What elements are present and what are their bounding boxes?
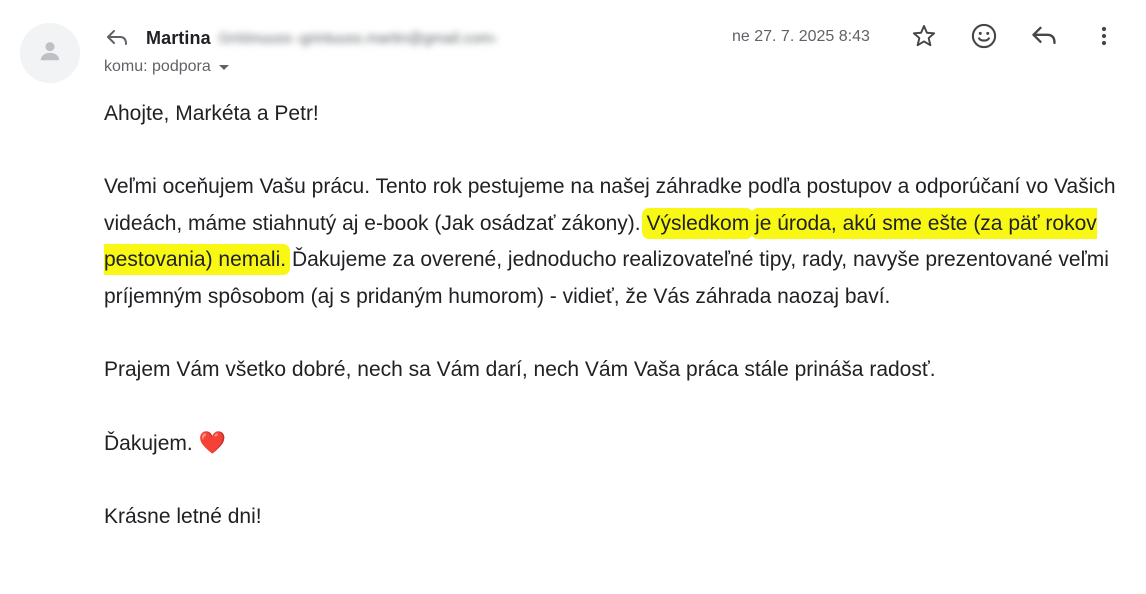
- more-options-button[interactable]: [1087, 21, 1121, 55]
- paragraph-1: Veľmi oceňujem Vašu prácu. Tento rok pes…: [104, 169, 1134, 315]
- message-date[interactable]: ne 27. 7. 2025 8:43: [732, 28, 870, 46]
- greeting: Ahojte, Markéta a Petr!: [104, 102, 319, 125]
- highlighted-text: Výsledkom: [646, 211, 750, 235]
- closing: Krásne letné dni!: [104, 504, 262, 528]
- email-message: Martina Gröönuuss ‹grintuuss.martin@gmai…: [0, 0, 1146, 594]
- more-vert-icon: [1100, 24, 1108, 53]
- sender-email: Gröönuuss ‹grintuuss.martin@gmail.com›: [218, 29, 497, 47]
- person-icon: [37, 38, 63, 69]
- message-body: Ahojte, Markéta a Petr! Veľmi oceňujem V…: [104, 96, 1134, 535]
- chevron-down-icon: [218, 64, 229, 70]
- thanks-text: Ďakujem.: [104, 431, 193, 455]
- star-icon: [911, 23, 937, 54]
- recipient-details-toggle[interactable]: komu: podpora: [104, 58, 229, 76]
- reply-button[interactable]: [1027, 21, 1061, 55]
- sender-line: Martina Gröönuuss ‹grintuuss.martin@gmai…: [104, 26, 497, 50]
- emoji-icon: [970, 22, 998, 55]
- paragraph-2: Prajem Vám všetko dobré, nech sa Vám dar…: [104, 357, 936, 381]
- heart-emoji: ❤️: [198, 429, 226, 455]
- sender-name[interactable]: Martina: [146, 28, 211, 49]
- add-reaction-button[interactable]: [967, 21, 1001, 55]
- reply-icon: [1030, 24, 1058, 53]
- sender-avatar[interactable]: [20, 23, 80, 83]
- star-button[interactable]: [907, 21, 941, 55]
- recipient-label: komu: podpora: [104, 58, 211, 75]
- reply-arrow-icon: [104, 26, 130, 50]
- paragraph-3: Ďakujem. ❤️: [104, 425, 1134, 463]
